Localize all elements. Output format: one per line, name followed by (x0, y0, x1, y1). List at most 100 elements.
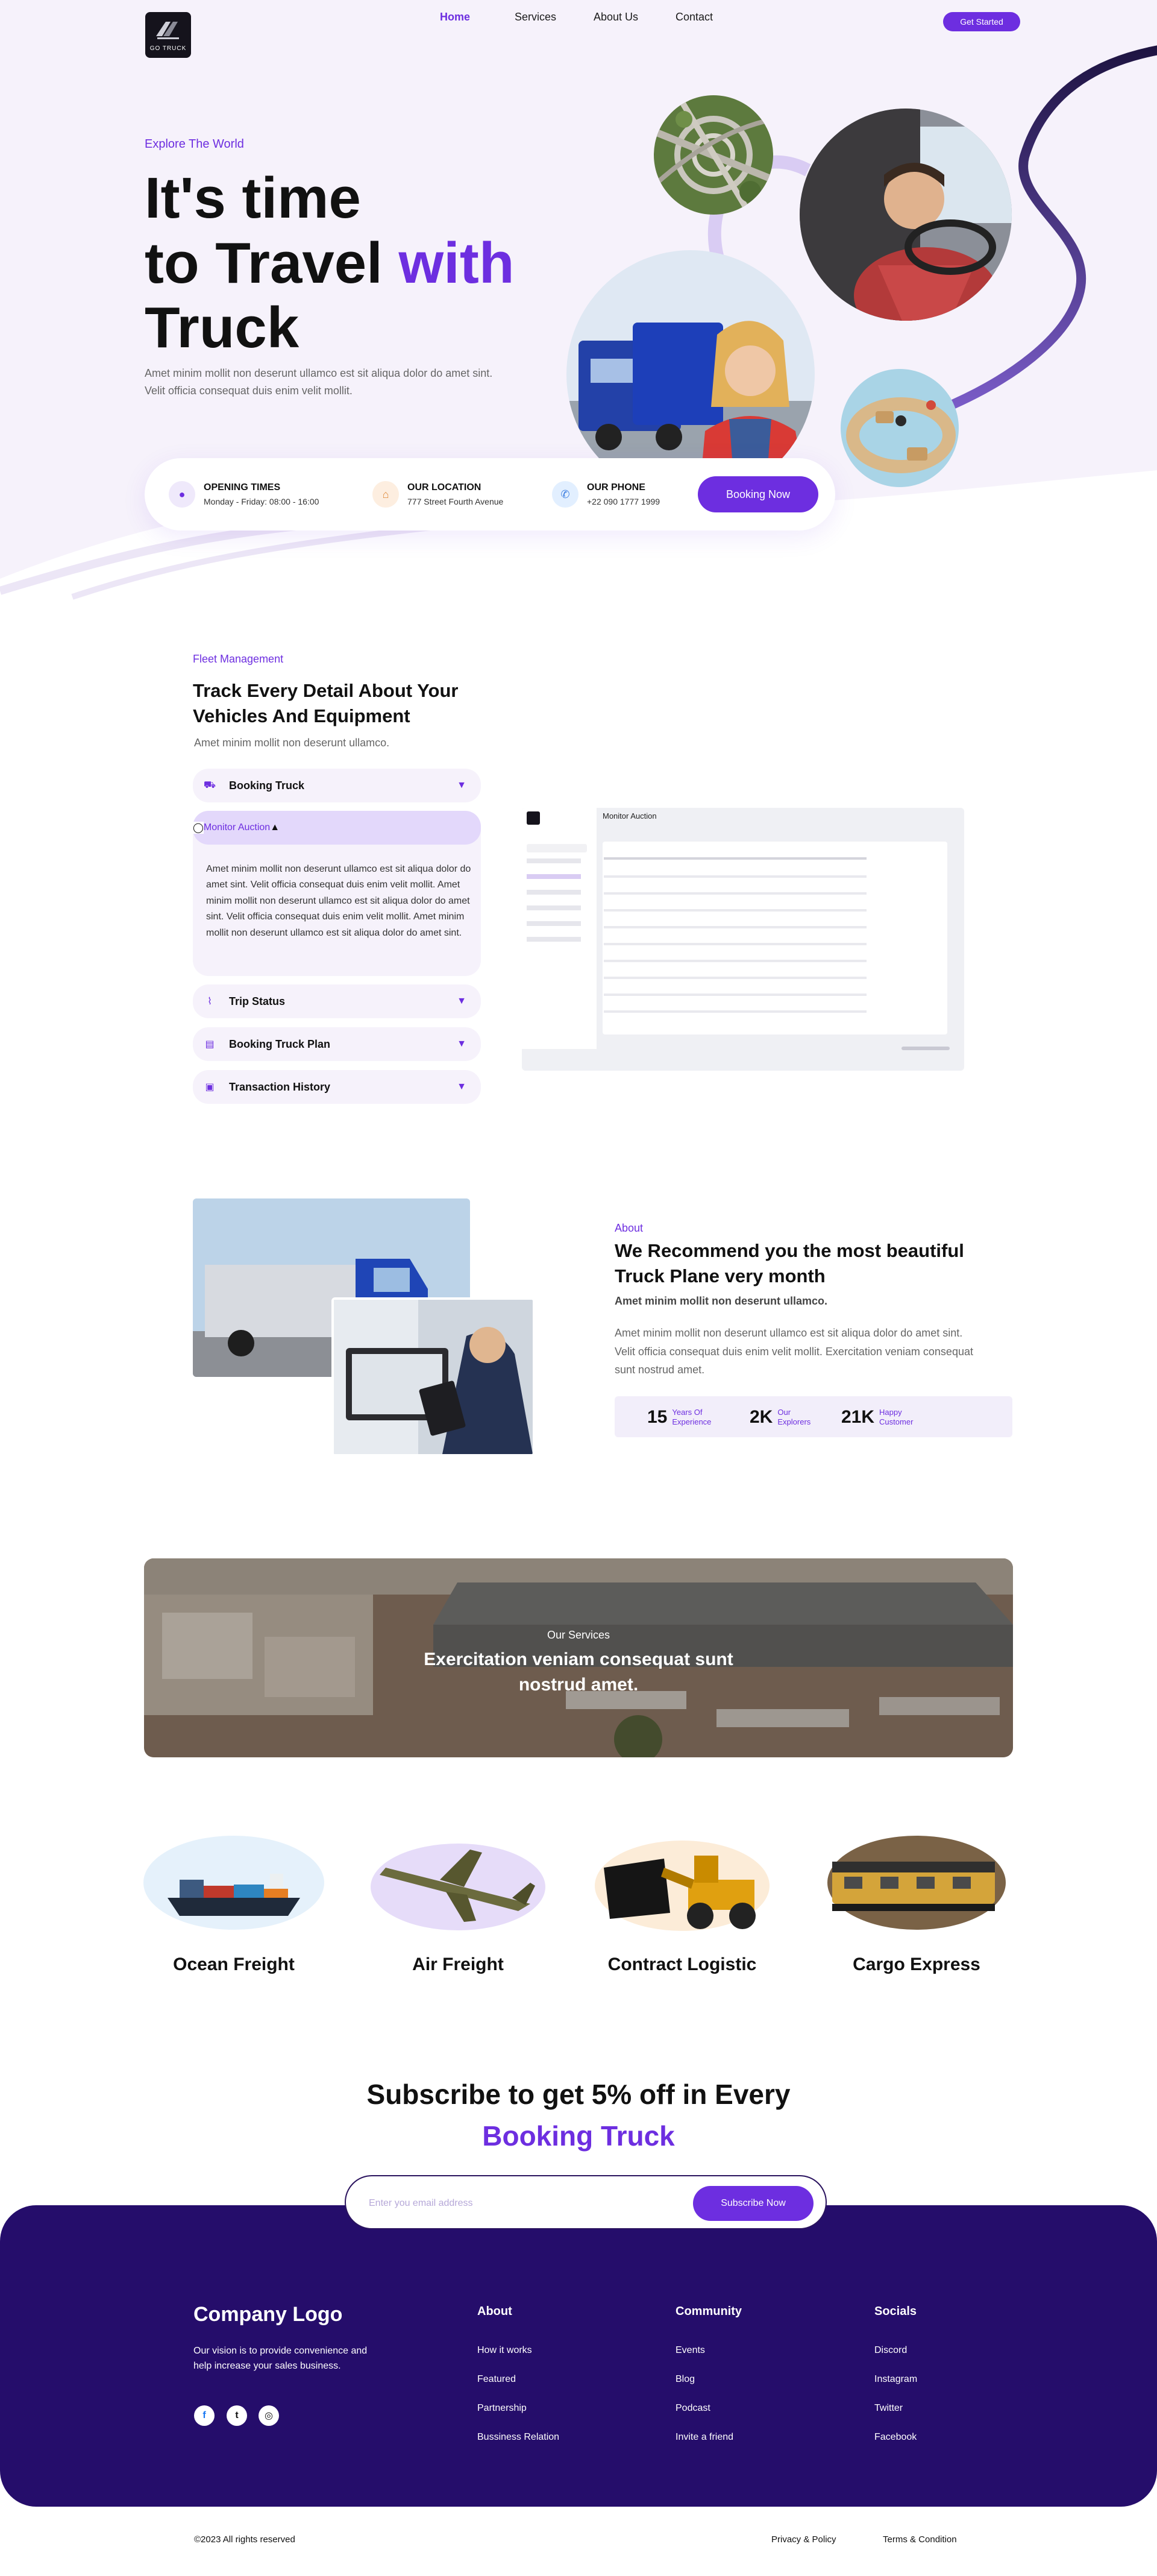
footer-link[interactable]: Bussiness Relation (477, 2432, 559, 2443)
get-started-button[interactable]: Get Started (943, 12, 1020, 31)
accordion-trip-status[interactable]: ⌇ Trip Status ▼ (193, 984, 481, 1018)
footer-link[interactable]: Podcast (676, 2403, 710, 2414)
stat-label: Years Of (672, 1408, 703, 1417)
accordion-label: Monitor Auction (203, 822, 271, 833)
accordion-monitor-auction: ◯ Monitor Auction ▲ Amet minim mollit no… (193, 811, 481, 976)
stats-bar: 15 Years Of Experience 2K Our Explorers 21… (615, 1396, 1012, 1437)
stat-label: Experience (672, 1417, 712, 1426)
fleet-eyebrow: Fleet Management (193, 653, 284, 665)
stat-label: Customer (879, 1417, 914, 1426)
cargo-express-image (826, 1831, 1007, 1934)
dashboard-sidebar (522, 808, 597, 1049)
ocean-freight-image (143, 1831, 324, 1934)
footer-vision: Our vision is to provide convenience and… (193, 2346, 368, 2371)
privacy-policy-link[interactable]: Privacy & Policy (771, 2534, 836, 2545)
home-icon: ⌂ (372, 481, 399, 508)
service-cargo-express[interactable]: Cargo Express (826, 1954, 1007, 1975)
booking-now-button[interactable]: Booking Now (698, 476, 818, 512)
facebook-icon[interactable]: f (194, 2405, 215, 2426)
stat-value: 2K (750, 1407, 773, 1427)
subscribe-title-accent: Booking Truck (482, 2120, 675, 2152)
service-ocean-freight[interactable]: Ocean Freight (143, 1954, 324, 1975)
service-air-freight[interactable]: Air Freight (368, 1954, 548, 1975)
truck-icon: ⛟ (203, 780, 216, 790)
about-eyebrow: About (615, 1222, 644, 1234)
accordion-body: Amet minim mollit non deserunt ullamco e… (206, 864, 471, 938)
hero-title-accent: with (398, 230, 515, 295)
accordion-booking-truck-plan[interactable]: ▤ Booking Truck Plan ▼ (193, 1027, 481, 1061)
brand-logo[interactable]: GO TRUCK (145, 12, 191, 58)
footer-link[interactable]: Blog (676, 2374, 695, 2385)
service-contract-logistic[interactable]: Contract Logistic (592, 1954, 773, 1975)
dashboard-logo (527, 811, 540, 825)
email-input[interactable] (369, 2194, 622, 2212)
subscribe-now-button[interactable]: Subscribe Now (693, 2186, 814, 2221)
terms-condition-link[interactable]: Terms & Condition (883, 2534, 957, 2545)
phone-icon: ✆ (552, 481, 578, 508)
stat-years: 15 Years Of Experience (647, 1407, 711, 1428)
stat-label: Explorers (777, 1417, 811, 1426)
nav-about-us[interactable]: About Us (594, 11, 638, 24)
chevron-down-icon: ▼ (457, 780, 466, 790)
instagram-icon[interactable]: ◎ (259, 2405, 279, 2426)
location-title: OUR LOCATION (407, 482, 481, 493)
footer-link[interactable]: Facebook (874, 2432, 917, 2443)
nav-home[interactable]: Home (440, 11, 470, 24)
our-phone: ✆ OUR PHONE +22 090 1777 1999 (552, 481, 660, 508)
footer-link[interactable]: How it works (477, 2345, 532, 2356)
user-icon: ◯ (193, 822, 204, 834)
logo-text: GO TRUCK (149, 45, 187, 52)
footer-socials-heading: Socials (874, 2305, 917, 2318)
plan-icon: ▤ (205, 1039, 215, 1050)
stat-customers: 21K Happy Customer (841, 1407, 913, 1428)
fleet-title: Track Every Detail About Your Vehicles A… (193, 680, 459, 726)
chevron-down-icon: ▼ (457, 1082, 466, 1092)
subscribe-title: Subscribe to get 5% off in Every Booking… (0, 2074, 1157, 2157)
dashboard-table (603, 842, 947, 1034)
twitter-icon[interactable]: t (227, 2405, 247, 2426)
opening-times-title: OPENING TIMES (204, 482, 281, 493)
fleet-description: Amet minim mollit non deserunt ullamco. (194, 737, 390, 749)
chevron-down-icon: ▼ (457, 996, 466, 1006)
truck-logo-icon (156, 22, 179, 39)
hero-title: It's time to Travel with Truck (145, 166, 566, 361)
map-route-toy-image (841, 369, 959, 487)
man-with-tablet-image (331, 1297, 535, 1456)
stat-value: 15 (647, 1407, 668, 1427)
stat-explorers: 2K Our Explorers (750, 1407, 811, 1428)
accordion-transaction-history[interactable]: ▣ Transaction History ▼ (193, 1070, 481, 1104)
services-banner-title: Exercitation veniam consequat sunt nostr… (424, 1649, 733, 1695)
nav-services[interactable]: Services (515, 11, 556, 24)
nav-contact[interactable]: Contact (676, 11, 713, 24)
accordion-booking-truck[interactable]: ⛟ Booking Truck ▼ (193, 769, 481, 802)
accordion-label: Trip Status (229, 995, 286, 1007)
footer-link[interactable]: Invite a friend (676, 2432, 733, 2443)
footer-link[interactable]: Instagram (874, 2374, 917, 2385)
hero-eyebrow: Explore The World (145, 137, 244, 151)
stat-label: Our (777, 1408, 791, 1417)
hero-title-line1: It's time (145, 166, 361, 230)
dashboard-title: Monitor Auction (603, 811, 657, 820)
about-title: We Recommend you the most beautiful Truc… (615, 1240, 964, 1286)
clock-icon: ● (169, 481, 195, 508)
footer-about-heading: About (477, 2305, 512, 2318)
about-subtitle: Amet minim mollit non deserunt ullamco. (615, 1295, 828, 1307)
highway-interchange-image (654, 95, 773, 215)
hero-description: Amet minim mollit non deserunt ullamco e… (145, 367, 493, 397)
footer-link[interactable]: Twitter (874, 2403, 903, 2414)
our-location: ⌂ OUR LOCATION 777 Street Fourth Avenue (372, 481, 503, 508)
footer-link[interactable]: Discord (874, 2345, 907, 2356)
footer-logo[interactable]: Company Logo (193, 2303, 342, 2326)
accordion-label: Transaction History (229, 1080, 331, 1093)
stat-value: 21K (841, 1407, 875, 1427)
footer-link[interactable]: Partnership (477, 2403, 527, 2414)
receipt-icon: ▣ (205, 1082, 215, 1092)
dashboard-preview: Monitor Auction (522, 808, 964, 1071)
route-icon: ⌇ (207, 997, 212, 1007)
about-description: Amet minim mollit non deserunt ullamco e… (615, 1327, 973, 1376)
footer-link[interactable]: Featured (477, 2374, 516, 2385)
phone-value: +22 090 1777 1999 (587, 497, 660, 506)
subscribe-form: Subscribe Now (345, 2175, 827, 2229)
footer-link[interactable]: Events (676, 2345, 705, 2356)
accordion-monitor-auction-header[interactable]: ◯ Monitor Auction ▲ (193, 811, 481, 845)
